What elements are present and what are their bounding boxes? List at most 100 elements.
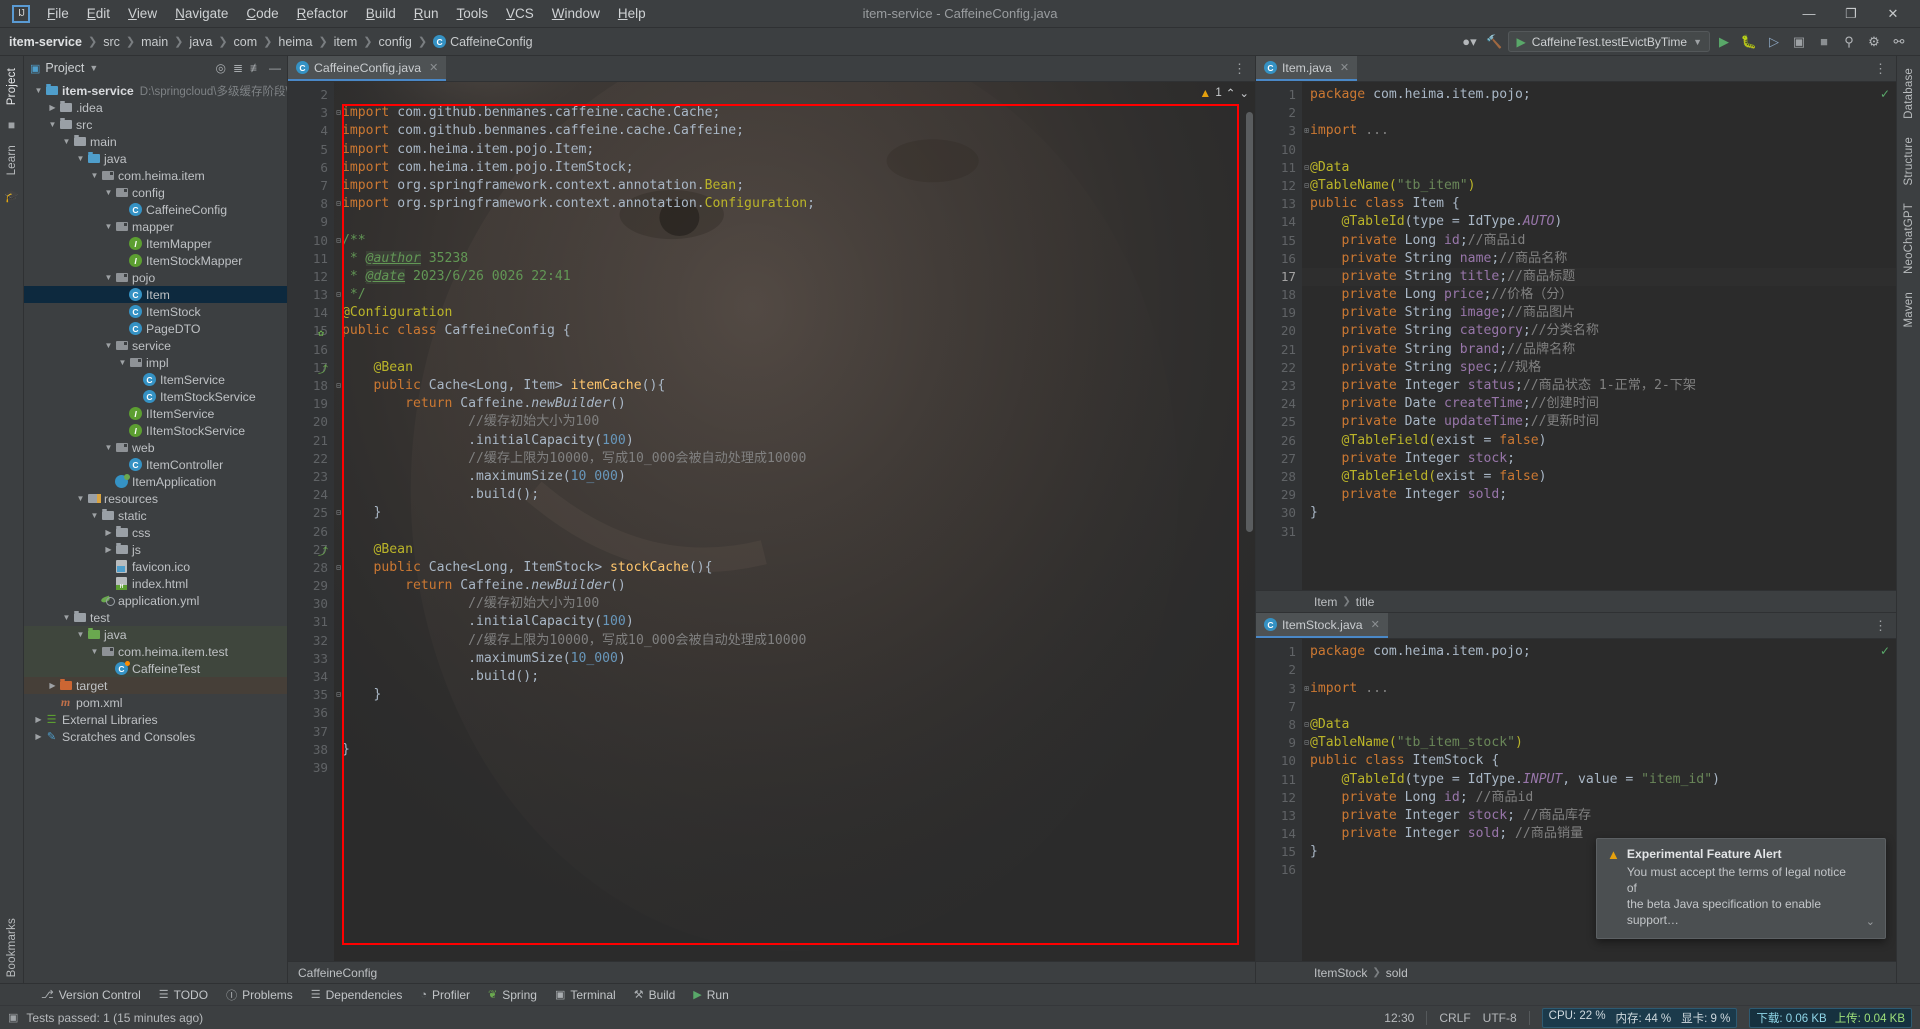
code-line[interactable]: package com.heima.item.pojo;	[1302, 86, 1896, 104]
code-line[interactable]: private String spec;//规格	[1302, 359, 1896, 377]
tool-window-problems[interactable]: Ⓘ Problems	[217, 985, 302, 1005]
tree-node-java[interactable]: ▼ java	[24, 626, 287, 643]
chevron-down-icon[interactable]: ▼	[61, 137, 72, 146]
code-line[interactable]: private Integer stock;	[1302, 450, 1896, 468]
tool-window-spring[interactable]: ❦ Spring	[479, 986, 546, 1004]
code-line[interactable]: @Data	[1302, 159, 1896, 177]
chevron-down-icon[interactable]: ▼	[103, 188, 114, 197]
menu-window[interactable]: Window	[543, 3, 609, 24]
code-line[interactable]: @TableField(exist = false)	[1302, 432, 1896, 450]
tool-tab-structure[interactable]: Structure	[1900, 131, 1918, 191]
tool-tab-bookmarks[interactable]: Bookmarks	[3, 912, 21, 983]
file-encoding[interactable]: UTF-8	[1483, 1011, 1517, 1025]
minimize-button[interactable]: —	[1788, 0, 1830, 27]
chevron-down-icon[interactable]: ▼	[103, 341, 114, 350]
chevron-down-icon[interactable]: ▼	[89, 511, 100, 520]
tree-node-itemstockmapper[interactable]: I ItemStockMapper	[24, 252, 287, 269]
code-line[interactable]: * @date 2023/6/26 0026 22:41	[334, 268, 1255, 286]
tree-node-pagedto[interactable]: C PageDTO	[24, 320, 287, 337]
code-line[interactable]	[1302, 104, 1896, 122]
chevron-down-icon[interactable]: ▼	[33, 86, 44, 95]
chevron-down-icon[interactable]: ▼	[103, 222, 114, 231]
project-tree[interactable]: ▼ item-service D:\springcloud\多级缓存阶段\item-…	[24, 80, 287, 983]
commit-icon[interactable]: ■	[8, 118, 15, 132]
code-line[interactable]: @TableName("tb_item_stock")	[1302, 734, 1896, 752]
close-icon[interactable]: ✕	[1340, 61, 1349, 74]
stop-button[interactable]: ■	[1813, 31, 1835, 53]
tree-node-application-yml[interactable]: application.yml	[24, 592, 287, 609]
menu-run[interactable]: Run	[405, 3, 448, 24]
tree-node-scratches-and-consoles[interactable]: ▶ ✎ Scratches and Consoles	[24, 728, 287, 745]
chevron-down-icon[interactable]: ⌄	[1866, 915, 1875, 928]
menu-tools[interactable]: Tools	[448, 3, 498, 24]
hide-panel-icon[interactable]: —	[269, 61, 281, 75]
code-line[interactable]: .initialCapacity(100)	[334, 613, 1255, 631]
code-canvas-left[interactable]: 2 3 ⊟ 4 5 6 7 8 ⊟ 9 10 ⊟ 11 12 13 ⊟ 14 15 ✿ 16 17 ⤴ 18 ⊟ 19 20 21 2…	[288, 82, 1255, 961]
code-text-left[interactable]: import com.github.benmanes.caffeine.cach…	[334, 82, 1255, 961]
code-line[interactable]	[334, 86, 1255, 104]
code-line[interactable]	[1302, 523, 1896, 541]
tree-node-static[interactable]: ▼ static	[24, 507, 287, 524]
chevron-down-icon[interactable]: ▼	[103, 443, 114, 452]
code-line[interactable]: public class CaffeineConfig {	[334, 322, 1255, 340]
code-line[interactable]: import com.heima.item.pojo.Item;	[334, 141, 1255, 159]
tree-node-itemmapper[interactable]: I ItemMapper	[24, 235, 287, 252]
avatar-icon[interactable]: ●▾	[1458, 31, 1480, 53]
chevron-down-icon[interactable]: ▼	[103, 273, 114, 282]
code-line[interactable]: @TableId(type = IdType.AUTO)	[1302, 213, 1896, 231]
tree-node-main[interactable]: ▼ main	[24, 133, 287, 150]
hammer-icon[interactable]: 🔨	[1483, 31, 1505, 53]
breadcrumb-main[interactable]: main	[136, 33, 173, 51]
chevron-right-icon[interactable]: ▶	[103, 528, 114, 537]
tool-tab-learn[interactable]: Learn	[3, 139, 21, 181]
debug-button[interactable]: 🐛	[1738, 31, 1760, 53]
code-line[interactable]: return Caffeine.newBuilder()	[334, 395, 1255, 413]
chevron-right-icon[interactable]: ▶	[33, 732, 44, 741]
tab-caffeineconfig[interactable]: C CaffeineConfig.java ✕	[288, 56, 447, 81]
breadcrumb-item-service[interactable]: item-service	[4, 33, 87, 51]
tool-window-todo[interactable]: ☰ TODO	[150, 986, 217, 1004]
code-line[interactable]: public Cache<Long, ItemStock> stockCache…	[334, 559, 1255, 577]
code-line[interactable]: import com.github.benmanes.caffeine.cach…	[334, 122, 1255, 140]
tree-node-favicon-ico[interactable]: favicon.ico	[24, 558, 287, 575]
run-button[interactable]: ▶	[1713, 31, 1735, 53]
code-line[interactable]	[1302, 698, 1896, 716]
tree-node-src[interactable]: ▼ src	[24, 116, 287, 133]
tree-node-pom-xml[interactable]: m pom.xml	[24, 694, 287, 711]
tool-window-version-control[interactable]: ⎇ Version Control	[32, 986, 150, 1004]
tree-node-item-service[interactable]: ▼ item-service D:\springcloud\多级缓存阶段\item-…	[24, 82, 287, 99]
code-line[interactable]: @TableField(exist = false)	[1302, 468, 1896, 486]
code-line[interactable]: //缓存初始大小为100	[334, 413, 1255, 431]
chevron-down-icon[interactable]: ▼	[89, 647, 100, 656]
code-line[interactable]: private Date updateTime;//更新时间	[1302, 413, 1896, 431]
code-line[interactable]: private Integer status;//商品状态 1-正常，2-下架	[1302, 377, 1896, 395]
breadcrumb-java[interactable]: java	[184, 33, 217, 51]
code-line[interactable]: private String category;//分类名称	[1302, 322, 1896, 340]
locate-icon[interactable]: ◎	[215, 61, 225, 75]
code-line[interactable]: private String title;//商品标题	[1302, 267, 1896, 287]
code-line[interactable]: */	[334, 286, 1255, 304]
editor-options-icon[interactable]: ⋮	[1866, 613, 1896, 638]
menu-help[interactable]: Help	[609, 3, 655, 24]
code-line[interactable]: .build();	[334, 486, 1255, 504]
menu-navigate[interactable]: Navigate	[166, 3, 237, 24]
chevron-down-icon[interactable]: ▼	[75, 630, 86, 639]
tree-node-target[interactable]: ▶ target	[24, 677, 287, 694]
code-line[interactable]	[334, 759, 1255, 777]
code-line[interactable]: @Configuration	[334, 304, 1255, 322]
tree-node-js[interactable]: ▶ js	[24, 541, 287, 558]
code-line[interactable]: }	[334, 741, 1255, 759]
code-line[interactable]: @Bean	[334, 359, 1255, 377]
chevron-down-icon[interactable]: ▼	[47, 120, 58, 129]
breadcrumb-caffeineconfig[interactable]: C CaffeineConfig	[428, 33, 537, 51]
code-line[interactable]: /**	[334, 232, 1255, 250]
code-line[interactable]: //缓存上限为10000，写成10_000会被自动处理成10000	[334, 632, 1255, 650]
status-message[interactable]: Tests passed: 1 (15 minutes ago)	[26, 1011, 203, 1025]
code-line[interactable]: private String brand;//品牌名称	[1302, 341, 1896, 359]
breadcrumb-field[interactable]: title	[1356, 595, 1375, 609]
code-line[interactable]	[334, 523, 1255, 541]
tool-window-dependencies[interactable]: ☰ Dependencies	[302, 986, 412, 1004]
breadcrumb-com[interactable]: com	[229, 33, 263, 51]
editor-options-icon[interactable]: ⋮	[1866, 56, 1896, 81]
tree-node-index-html[interactable]: Hindex.html	[24, 575, 287, 592]
